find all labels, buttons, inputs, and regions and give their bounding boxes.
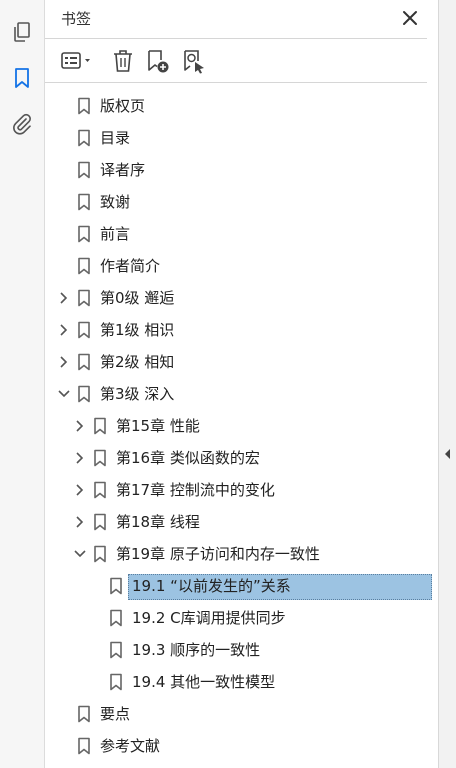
bookmark-item-icon [78, 193, 90, 211]
chevron-down-icon[interactable] [57, 387, 71, 401]
options-menu-icon[interactable] [59, 48, 97, 74]
bookmark-item[interactable]: 第19章 原子访问和内存一致性 [45, 541, 438, 567]
bookmark-label: 致谢 [100, 193, 131, 211]
bookmark-item[interactable]: 第0级 邂逅 [45, 285, 438, 311]
bookmark-item[interactable]: 版权页 [45, 93, 438, 119]
bookmark-label: 第18章 线程 [116, 513, 200, 531]
bookmark-item[interactable]: 要点 [45, 701, 438, 727]
bookmark-item-icon [94, 417, 106, 435]
bookmark-label: 要点 [100, 705, 131, 723]
find-bookmark-icon[interactable] [181, 48, 207, 74]
close-icon[interactable] [401, 9, 419, 27]
bookmark-item[interactable]: 译者序 [45, 157, 438, 183]
bookmark-item[interactable]: 第1级 相识 [45, 317, 438, 343]
bookmark-item-icon [110, 673, 122, 691]
bookmark-label: 作者简介 [100, 257, 161, 275]
panel-title: 书签 [61, 10, 92, 28]
bookmark-label: 前言 [100, 225, 131, 243]
bookmark-label: 19.4 其他一致性模型 [132, 673, 276, 691]
bookmark-item[interactable]: 致谢 [45, 189, 438, 215]
bookmark-item-icon [78, 129, 90, 147]
bookmark-item-icon [78, 353, 90, 371]
right-collapse-bar[interactable] [438, 0, 456, 768]
bookmark-item-icon [94, 545, 106, 563]
bookmark-item-icon [78, 257, 90, 275]
bookmark-item-icon [78, 705, 90, 723]
chevron-right-icon[interactable] [73, 515, 87, 529]
bookmark-item[interactable]: 第17章 控制流中的变化 [45, 477, 438, 503]
bookmark-item-icon [94, 449, 106, 467]
bookmark-item[interactable]: 前言 [45, 221, 438, 247]
bookmark-item-icon [78, 289, 90, 307]
chevron-right-icon[interactable] [57, 291, 71, 305]
bookmark-item-icon [78, 737, 90, 755]
bookmark-label: 19.2 C库调用提供同步 [132, 609, 286, 627]
new-bookmark-icon[interactable] [145, 48, 171, 74]
bookmark-label: 第1级 相识 [100, 321, 175, 339]
bookmark-item-icon [78, 97, 90, 115]
attachment-icon[interactable] [10, 112, 34, 136]
bookmark-item-icon [94, 481, 106, 499]
chevron-right-icon[interactable] [57, 323, 71, 337]
title-divider [45, 38, 427, 39]
bookmark-item-icon [94, 513, 106, 531]
chevron-right-icon[interactable] [57, 355, 71, 369]
bookmark-item-icon [78, 161, 90, 179]
left-nav-bar [0, 0, 45, 768]
chevron-right-icon[interactable] [73, 483, 87, 497]
bookmark-label: 第16章 类似函数的宏 [116, 449, 260, 467]
bookmark-item[interactable]: 19.2 C库调用提供同步 [45, 605, 438, 631]
bookmark-item-selected[interactable]: 19.1 “以前发生的”关系 [45, 573, 438, 600]
bookmark-item[interactable]: 19.4 其他一致性模型 [45, 669, 438, 695]
bookmark-item[interactable]: 19.3 顺序的一致性 [45, 637, 438, 663]
bookmark-item[interactable]: 第18章 线程 [45, 509, 438, 535]
chevron-right-icon[interactable] [73, 451, 87, 465]
bookmark-label: 19.1 “以前发生的”关系 [132, 577, 291, 595]
bookmark-label: 19.3 顺序的一致性 [132, 641, 261, 659]
bookmark-item-icon [78, 225, 90, 243]
pages-icon[interactable] [10, 20, 34, 44]
bookmark-item[interactable]: 第16章 类似函数的宏 [45, 445, 438, 471]
bookmark-label: 版权页 [100, 97, 146, 115]
bookmark-item-icon [78, 385, 90, 403]
collapse-arrow-icon[interactable] [444, 448, 452, 460]
bookmark-label: 参考文献 [100, 737, 161, 755]
bookmark-label: 第0级 邂逅 [100, 289, 175, 307]
bookmark-item[interactable]: 目录 [45, 125, 438, 151]
bookmark-label: 第3级 深入 [100, 385, 175, 403]
bookmark-item-icon [110, 609, 122, 627]
chevron-down-icon[interactable] [73, 547, 87, 561]
bookmarks-panel: 书签 版权页 目录 译者序 致谢 前言 作者简介 第0级 邂逅 第1级 相识 第… [45, 0, 438, 768]
bookmark-item[interactable]: 第3级 深入 [45, 381, 438, 407]
chevron-right-icon[interactable] [73, 419, 87, 433]
bookmark-item[interactable]: 作者简介 [45, 253, 438, 279]
bookmark-icon[interactable] [10, 66, 34, 90]
bookmark-label: 第15章 性能 [116, 417, 200, 435]
delete-bookmark-icon[interactable] [111, 48, 135, 74]
bookmark-item[interactable]: 第2级 相知 [45, 349, 438, 375]
bookmark-item[interactable]: 第15章 性能 [45, 413, 438, 439]
bookmark-label: 第17章 控制流中的变化 [116, 481, 275, 499]
bookmark-label: 第19章 原子访问和内存一致性 [116, 545, 320, 563]
toolbar-divider [45, 82, 427, 83]
bookmark-item-icon [110, 641, 122, 659]
bookmark-label: 第2级 相知 [100, 353, 175, 371]
bookmark-label: 译者序 [100, 161, 146, 179]
bookmark-item-icon [78, 321, 90, 339]
bookmark-item[interactable]: 参考文献 [45, 733, 438, 759]
bookmark-item-icon [110, 577, 122, 595]
bookmark-label: 目录 [100, 129, 131, 147]
